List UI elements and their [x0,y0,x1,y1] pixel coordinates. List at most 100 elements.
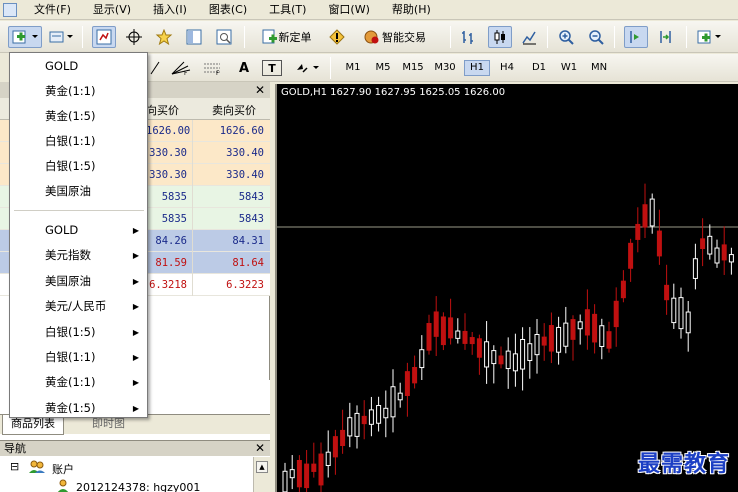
fibonacci-retracement-icon[interactable]: F [200,58,226,78]
ask-cell: 330.40 [192,142,270,164]
text-label-tool-button[interactable]: T [262,60,282,76]
dropdown-submenu-item[interactable]: GOLD ▶ [10,218,147,243]
menu-file[interactable]: 文件(F) [23,0,82,20]
candlestick-chart-icon[interactable] [488,26,512,48]
expert-advisors-icon [364,30,379,44]
candle-body [440,316,446,346]
timeframe-h1[interactable]: H1 [464,60,490,76]
ask-cell: 1626.60 [192,120,270,142]
fibonacci-fan-icon[interactable]: F [168,58,194,78]
menu-tools[interactable]: 工具(T) [258,0,317,20]
timeframe-m15[interactable]: M15 [400,60,426,76]
submenu-arrow-icon: ▶ [132,276,139,286]
dropdown-submenu-label: 黄金(1:1) [45,375,96,390]
column-header-bid[interactable]: 向买价 [146,102,179,118]
candle-body [383,407,389,419]
bid-cell: 1626.00 [146,125,191,137]
profiles-button[interactable] [46,26,76,48]
ask-cell: 84.31 [192,230,270,252]
timeframe-m5[interactable]: M5 [370,60,396,76]
scroll-up-icon[interactable]: ▲ [256,461,268,473]
tree-collapse-icon[interactable]: ⊟ [10,460,19,473]
candle-body [570,319,576,340]
timeframe-d1[interactable]: D1 [526,60,552,76]
crosshair-icon[interactable] [122,26,146,48]
text-tool-button[interactable]: A [234,58,254,78]
candle-body [584,309,590,336]
candle-body [282,470,288,492]
menu-charts[interactable]: 图表(C) [198,0,258,20]
close-icon[interactable]: ✕ [255,83,265,97]
terminal-toggle-icon[interactable] [212,26,236,48]
bid-cell: 6.3218 [149,279,187,291]
arrows-tool-icon[interactable] [292,58,324,78]
zoom-out-icon[interactable] [585,26,607,48]
new-order-label: 新定单 [278,31,312,44]
dropdown-item[interactable]: 黄金(1:5) [10,104,147,129]
candle-body [678,297,684,330]
dropdown-submenu-item[interactable]: 白银(1:1) ▶ [10,345,147,370]
auto-scroll-icon[interactable] [624,26,648,48]
candle-body [505,350,511,370]
candle-body [692,258,698,279]
menu-window[interactable]: 窗口(W) [317,0,380,20]
navigator-close-icon[interactable]: ✕ [255,441,265,455]
price-chart[interactable]: GOLD,H1 1627.90 1627.95 1625.05 1626.00 [275,84,738,492]
dropdown-submenu-item[interactable]: 美元/人民币 ▶ [10,294,147,319]
candle-body [397,392,403,401]
candle-body [642,204,648,228]
candle-body [304,463,310,489]
dropdown-submenu-item[interactable]: 白银(1:5) ▶ [10,320,147,345]
submenu-arrow-icon: ▶ [132,251,139,261]
dropdown-submenu-item[interactable]: 美国原油 ▶ [10,269,147,294]
favorites-star-icon[interactable] [152,26,176,48]
watermark-logo: 最需教育 [637,451,730,477]
navigator-toggle-icon[interactable] [182,26,206,48]
dropdown-submenu-item[interactable]: 黄金(1:1) ▶ [10,370,147,395]
dropdown-item[interactable]: 白银(1:5) [10,154,147,179]
candle-body [527,343,533,362]
zoom-in-icon[interactable] [555,26,577,48]
trendline-tool-icon[interactable] [148,58,162,78]
candle-body [318,453,324,486]
submenu-arrow-icon: ▶ [132,226,139,235]
timeframe-m30[interactable]: M30 [432,60,458,76]
menu-help[interactable]: 帮助(H) [381,0,442,20]
bid-cell: 5835 [161,191,187,203]
timeframe-mn[interactable]: MN [586,60,612,76]
column-header-ask[interactable]: 卖向买价 [212,102,256,118]
dropdown-item[interactable]: 黄金(1:1) [10,79,147,104]
candle-body [325,451,331,466]
metaeditor-icon[interactable] [326,26,348,48]
candle-body [469,337,475,345]
bid-cell: 5835 [161,213,187,225]
menu-view[interactable]: 显示(V) [82,0,142,20]
expert-advisors-button[interactable]: 智能交易 [354,26,434,48]
dropdown-submenu-item[interactable]: 美元指数 ▶ [10,243,147,268]
menu-insert[interactable]: 插入(I) [142,0,198,20]
new-chart-button[interactable] [8,26,42,48]
candle-body [635,223,641,240]
bar-chart-icon[interactable] [458,26,480,48]
indicators-button[interactable] [694,26,726,48]
submenu-arrow-icon: ▶ [132,378,139,388]
submenu-arrow-icon: ▶ [132,302,139,312]
ask-cell: 5843 [192,208,270,230]
svg-text:F: F [216,70,220,76]
dropdown-item[interactable]: GOLD [10,54,147,79]
timeframe-h4[interactable]: H4 [494,60,520,76]
market-watch-toggle-icon[interactable] [92,26,116,48]
navigator-scrollbar[interactable]: ▲ [253,457,270,492]
line-chart-icon[interactable] [518,26,540,48]
timeframe-m1[interactable]: M1 [340,60,366,76]
navigator-account-entry[interactable]: 2012124378: hgzy001 [76,481,200,492]
candle-body [361,415,367,425]
dropdown-submenu-item[interactable]: 黄金(1:5) ▶ [10,396,147,421]
chart-shift-icon[interactable] [654,26,678,48]
timeframe-w1[interactable]: W1 [556,60,582,76]
dropdown-item[interactable]: 白银(1:1) [10,129,147,154]
navigator-accounts-label[interactable]: 账户 [52,461,74,477]
dropdown-item[interactable]: 美国原油 [10,179,147,204]
new-order-button[interactable]: 新定单 [254,26,318,48]
candle-body [721,244,727,261]
